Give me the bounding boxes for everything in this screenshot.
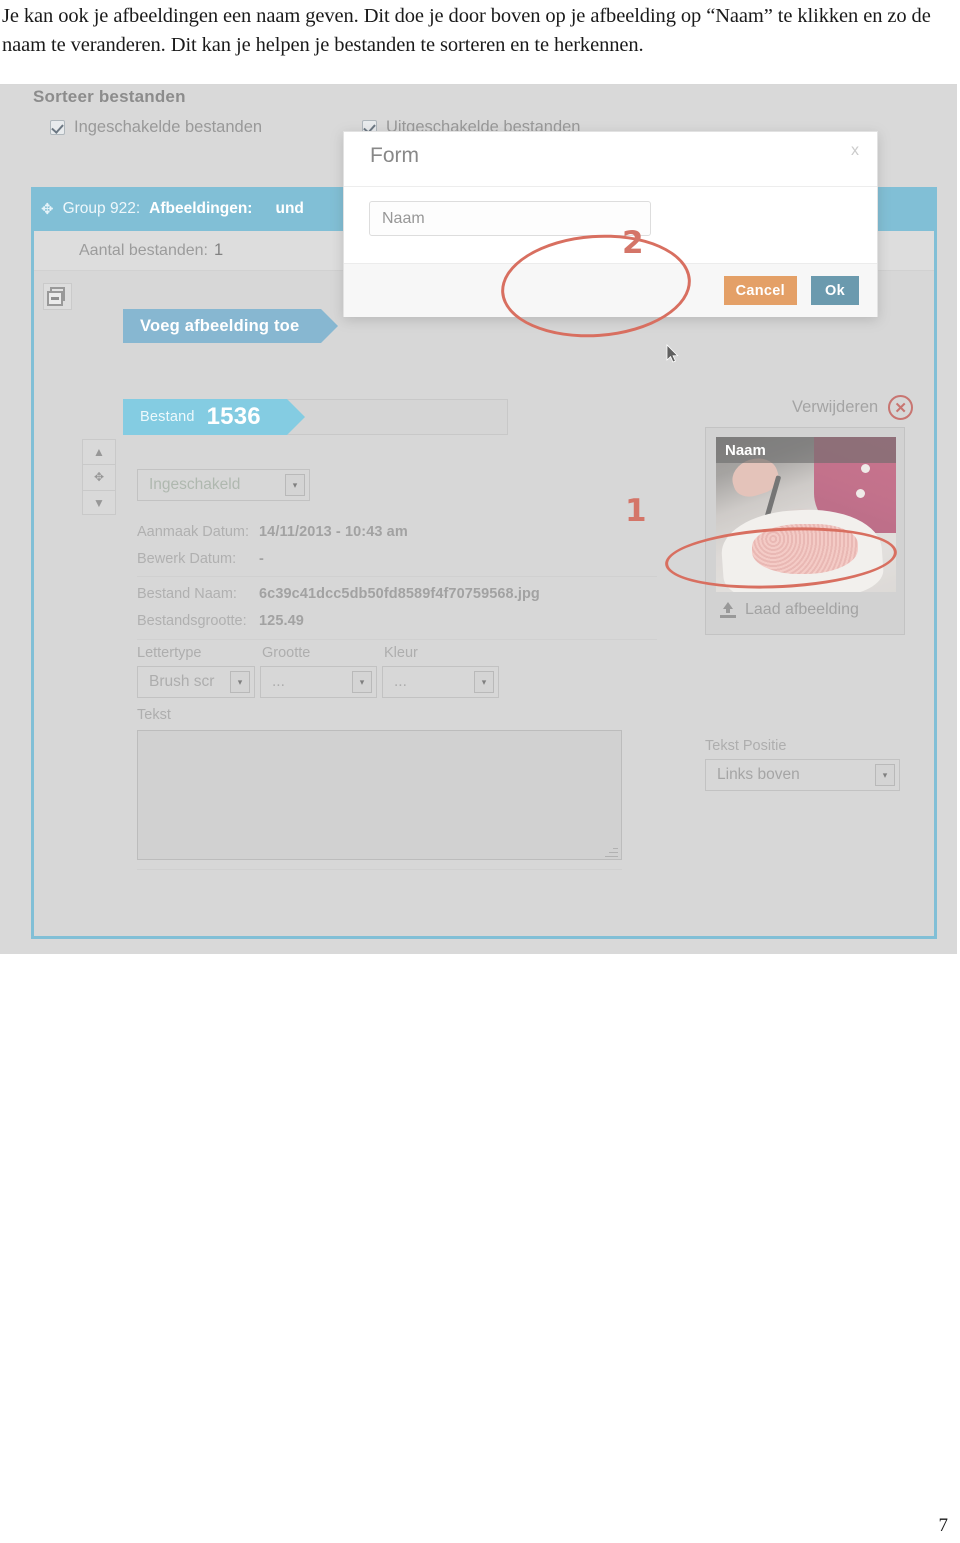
meta-value: - (259, 551, 264, 567)
add-image-button[interactable]: Voeg afbeelding toe (123, 309, 339, 343)
mouse-cursor-icon (666, 344, 679, 363)
meta-value: 125.49 (259, 613, 304, 629)
chevron-down-icon[interactable]: ▾ (474, 671, 494, 693)
annotation-marker-one: 1 (625, 493, 647, 529)
meta-key: Aanmaak Datum: (137, 524, 250, 540)
modal-title: Form (370, 144, 419, 167)
checkbox-icon[interactable] (50, 120, 65, 135)
divider (137, 869, 622, 870)
text-position-label: Tekst Positie (705, 738, 787, 754)
resize-grip-icon[interactable] (604, 843, 618, 857)
circle-x-icon[interactable]: ✕ (888, 395, 914, 420)
chevron-down-icon[interactable]: ▾ (875, 764, 895, 786)
text-textarea[interactable] (137, 730, 622, 860)
group-id-label: Group 922: (62, 200, 141, 217)
name-input[interactable]: Naam (369, 201, 651, 236)
file-count-label: Aantal bestanden: (79, 241, 208, 259)
file-metadata: Aanmaak Datum: 14/11/2013 - 10:43 am Bew… (137, 519, 657, 640)
font-size-label: Grootte (262, 645, 311, 661)
meta-key: Bewerk Datum: (137, 551, 237, 567)
form-modal: Form x Naam Cancel Ok (343, 131, 878, 363)
drag-move-icon[interactable]: ✥ (83, 465, 115, 491)
chevron-down-icon[interactable]: ▾ (352, 671, 372, 693)
modal-header: Form x (344, 132, 877, 187)
meta-key: Bestand Naam: (137, 586, 237, 602)
text-position-select[interactable]: Links boven ▾ (705, 759, 900, 791)
meta-row-created: Aanmaak Datum: 14/11/2013 - 10:43 am (137, 519, 657, 546)
font-family-value: Brush scr (149, 673, 215, 690)
image-name-overlay[interactable]: Naam (716, 437, 896, 463)
text-field-label: Tekst (137, 707, 171, 723)
modal-footer: Cancel Ok (344, 263, 877, 317)
group-value-label: und (275, 200, 304, 217)
status-select[interactable]: Ingeschakeld ▾ (137, 469, 310, 501)
meta-key: Bestandsgrootte: (137, 613, 247, 629)
meta-value: 6c39c41dcc5db50fd8589f4f70759568.jpg (259, 586, 540, 602)
font-family-select[interactable]: Brush scr ▾ (137, 666, 255, 698)
collapse-icon[interactable] (43, 283, 72, 310)
font-color-label: Kleur (384, 645, 418, 661)
file-count-value: 1 (214, 241, 224, 259)
file-tag[interactable]: Bestand 1536 (123, 399, 305, 435)
divider (137, 576, 657, 577)
meta-row-modified: Bewerk Datum: - (137, 546, 657, 573)
chevron-down-icon[interactable]: ▾ (285, 474, 305, 496)
cancel-button[interactable]: Cancel (723, 276, 797, 305)
file-tag-number: 1536 (206, 403, 261, 430)
checkbox-label: Ingeschakelde bestanden (74, 118, 263, 136)
upload-image-button[interactable]: Laad afbeelding (716, 594, 896, 626)
drag-handle-icon[interactable]: ✥ (41, 200, 54, 218)
font-family-label: Lettertype (137, 645, 202, 661)
instruction-paragraph: Je kan ook je afbeeldingen een naam geve… (2, 5, 931, 56)
image-card: Naam Laad afbeelding (705, 427, 905, 635)
order-controls[interactable]: ▲ ✥ ▼ (82, 439, 116, 515)
sort-section-title: Sorteer bestanden (33, 87, 186, 106)
meta-row-filesize: Bestandsgrootte: 125.49 (137, 608, 657, 635)
upload-icon (720, 602, 736, 618)
delete-file-row[interactable]: Verwijderen ✕ (792, 395, 914, 420)
annotation-marker-two: 2 (622, 225, 644, 261)
meta-value: 14/11/2013 - 10:43 am (259, 524, 408, 540)
group-type-label: Afbeeldingen: (149, 200, 253, 217)
upload-label: Laad afbeelding (745, 601, 859, 618)
file-tag-label: Bestand (140, 409, 195, 425)
modal-body: Naam (344, 187, 877, 263)
page-number: 7 (938, 1515, 949, 1536)
delete-label: Verwijderen (792, 398, 879, 416)
meta-row-filename: Bestand Naam: 6c39c41dcc5db50fd8589f4f70… (137, 581, 657, 608)
font-size-value: ... (272, 673, 285, 690)
font-color-value: ... (394, 673, 407, 690)
checkbox-enabled-files[interactable]: Ingeschakelde bestanden (50, 118, 262, 137)
document-page: Je kan ook je afbeeldingen een naam geve… (0, 0, 960, 1543)
status-select-value: Ingeschakeld (149, 476, 241, 493)
move-up-icon[interactable]: ▲ (83, 440, 115, 466)
application-screenshot: Sorteer bestanden Ingeschakelde bestande… (0, 84, 957, 954)
ok-button[interactable]: Ok (811, 276, 859, 305)
image-thumbnail[interactable]: Naam (716, 437, 896, 592)
font-color-select[interactable]: ... ▾ (382, 666, 499, 698)
move-down-icon[interactable]: ▼ (83, 491, 115, 516)
divider (137, 639, 657, 640)
font-size-select[interactable]: ... ▾ (260, 666, 377, 698)
close-icon[interactable]: x (851, 142, 859, 160)
chevron-down-icon[interactable]: ▾ (230, 671, 250, 693)
text-position-value: Links boven (717, 766, 800, 783)
